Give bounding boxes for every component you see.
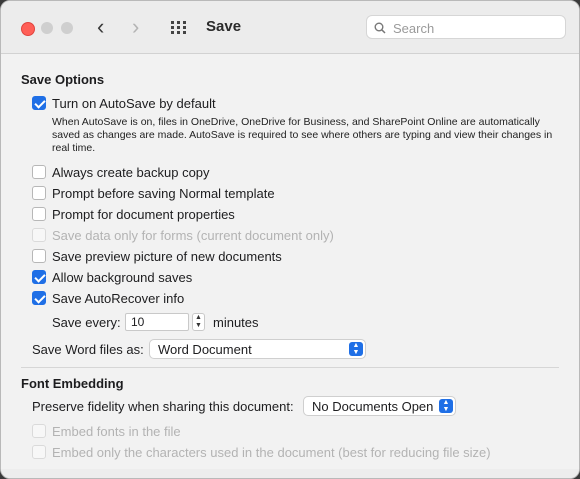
save-as-value: Word Document <box>158 342 252 357</box>
background-saves-checkbox[interactable] <box>32 270 46 284</box>
prompt-normal-template-row[interactable]: Prompt before saving Normal template <box>32 185 275 201</box>
grid-icon[interactable] <box>171 21 187 35</box>
save-as-popup[interactable]: Word Document ▲ ▼ <box>149 339 366 359</box>
autosave-checkbox[interactable] <box>32 96 46 110</box>
backup-copy-label: Always create backup copy <box>52 164 210 180</box>
forward-icon[interactable]: › <box>132 15 139 39</box>
title-bar: ‹ › Save <box>1 1 579 54</box>
prompt-properties-checkbox[interactable] <box>32 207 46 221</box>
stepper-icon[interactable]: ▲ ▼ <box>192 313 205 331</box>
preview-picture-row[interactable]: Save preview picture of new documents <box>32 248 282 264</box>
autosave-label: Turn on AutoSave by default <box>52 95 216 111</box>
backup-copy-checkbox[interactable] <box>32 165 46 179</box>
preserve-fidelity-label: Preserve fidelity when sharing this docu… <box>32 399 294 414</box>
font-embedding-heading: Font Embedding <box>21 376 124 391</box>
save-forms-data-label: Save data only for forms (current docume… <box>52 227 334 243</box>
embed-fonts-checkbox <box>32 424 46 438</box>
save-as-label: Save Word files as: <box>32 342 144 357</box>
embed-fonts-label: Embed fonts in the file <box>52 423 181 439</box>
preserve-fidelity-popup[interactable]: No Documents Open ▲ ▼ <box>303 396 456 416</box>
save-options-heading: Save Options <box>21 72 105 87</box>
close-button[interactable] <box>21 22 35 36</box>
prompt-properties-row[interactable]: Prompt for document properties <box>32 206 235 222</box>
embed-used-chars-row: Embed only the characters used in the do… <box>32 444 491 460</box>
embed-used-chars-label: Embed only the characters used in the do… <box>52 444 491 460</box>
window-title: Save <box>206 18 242 35</box>
search-field[interactable] <box>366 15 566 39</box>
save-forms-data-row: Save data only for forms (current docume… <box>32 227 334 243</box>
embed-used-chars-checkbox <box>32 445 46 459</box>
save-every-label: Save every: <box>52 315 121 330</box>
preserve-fidelity-value: No Documents Open <box>312 399 434 414</box>
preferences-window: ‹ › Save Save Options Turn on AutoSave b… <box>0 0 580 479</box>
section-divider <box>21 367 559 368</box>
popup-arrows-icon: ▲ ▼ <box>349 342 363 356</box>
zoom-button[interactable] <box>61 22 73 34</box>
prompt-properties-label: Prompt for document properties <box>52 206 235 222</box>
prompt-normal-template-label: Prompt before saving Normal template <box>52 185 275 201</box>
search-input[interactable] <box>391 18 565 38</box>
preview-picture-checkbox[interactable] <box>32 249 46 263</box>
save-every-input[interactable]: 10 <box>125 313 189 331</box>
autosave-checkbox-row[interactable]: Turn on AutoSave by default <box>32 95 216 111</box>
autorecover-checkbox[interactable] <box>32 291 46 305</box>
autorecover-label: Save AutoRecover info <box>52 290 185 306</box>
autorecover-row[interactable]: Save AutoRecover info <box>32 290 184 306</box>
save-forms-data-checkbox <box>32 228 46 242</box>
back-icon[interactable]: ‹ <box>97 15 104 39</box>
embed-fonts-row: Embed fonts in the file <box>32 423 181 439</box>
backup-copy-row[interactable]: Always create backup copy <box>32 164 210 180</box>
preview-picture-label: Save preview picture of new documents <box>52 248 282 264</box>
prompt-normal-template-checkbox[interactable] <box>32 186 46 200</box>
window-bottom-edge <box>1 469 579 478</box>
background-saves-label: Allow background saves <box>52 269 193 285</box>
background-saves-row[interactable]: Allow background saves <box>32 269 192 285</box>
minimize-button[interactable] <box>41 22 53 34</box>
minutes-label: minutes <box>213 315 259 330</box>
search-icon <box>374 22 386 34</box>
popup-arrows-icon: ▲ ▼ <box>439 399 453 413</box>
autosave-description: When AutoSave is on, files in OneDrive, … <box>52 116 553 154</box>
